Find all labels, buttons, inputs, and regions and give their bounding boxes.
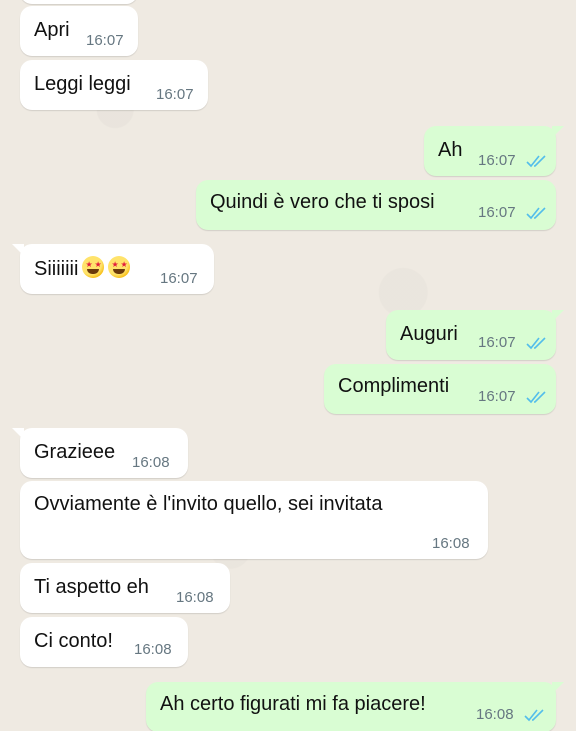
message-text: Ovviamente è l'invito quello, sei invita…: [34, 493, 383, 515]
message-time: 16:08: [476, 706, 514, 723]
double-check-read-icon: [526, 391, 546, 404]
message-text: Ah: [438, 139, 463, 161]
message-bubble-outgoing[interactable]: Ah 16:07: [424, 126, 564, 176]
message-text: Apri: [34, 19, 70, 41]
message-text: Ti aspetto eh: [34, 576, 149, 598]
star-struck-emoji-icon: ★ ★: [108, 256, 131, 278]
message-text: Leggi leggi: [34, 73, 131, 95]
message-bubble-incoming[interactable]: Ti aspetto eh 16:08: [20, 563, 230, 613]
double-check-read-icon: [524, 709, 544, 722]
message-bubble-incoming[interactable]: Grazieee 16:08: [12, 428, 188, 478]
message-bubble-outgoing[interactable]: Auguri 16:07: [386, 310, 564, 360]
message-text: Ci conto!: [34, 630, 113, 652]
message-text: Siiiiiii ★ ★ ★ ★: [34, 256, 131, 281]
message-bubble-outgoing[interactable]: Ah certo figurati mi fa piacere! 16:08: [146, 682, 564, 731]
message-text: Complimenti: [338, 375, 450, 397]
message-bubble-incoming[interactable]: Apri 16:07: [20, 6, 138, 56]
message-bubble-incoming[interactable]: Ci conto! 16:08: [20, 617, 188, 667]
message-text: Grazieee: [34, 441, 116, 463]
double-check-read-icon: [526, 207, 546, 220]
double-check-read-icon: [526, 337, 546, 350]
message-time: 16:08: [432, 535, 470, 552]
star-struck-emoji-icon: ★ ★: [82, 256, 105, 278]
chat-area[interactable]: Apri 16:07 Leggi leggi 16:07 Ah 16:07 Qu…: [0, 0, 576, 731]
message-time: 16:07: [478, 334, 516, 351]
message-bubble-incoming[interactable]: Ovviamente è l'invito quello, sei invita…: [20, 481, 488, 559]
message-time: 16:08: [176, 589, 214, 606]
message-text: Quindi è vero che ti sposi: [210, 191, 435, 213]
message-time: 16:07: [86, 32, 124, 49]
message-time: 16:07: [478, 388, 516, 405]
message-time: 16:07: [478, 152, 516, 169]
message-bubble-incoming[interactable]: Siiiiiii ★ ★ ★ ★ 16:07: [12, 244, 214, 294]
message-time: 16:07: [160, 270, 198, 287]
message-bubble-incoming[interactable]: Leggi leggi 16:07: [20, 60, 208, 110]
message-time: 16:07: [478, 204, 516, 221]
partial-message-bubble[interactable]: [20, 0, 138, 4]
message-time: 16:08: [132, 454, 170, 471]
message-text-content: Siiiiiii: [34, 258, 79, 280]
message-text: Ah certo figurati mi fa piacere!: [160, 693, 426, 715]
message-text: Auguri: [400, 323, 458, 345]
message-bubble-outgoing[interactable]: Complimenti 16:07: [324, 364, 556, 414]
double-check-read-icon: [526, 155, 546, 168]
message-time: 16:08: [134, 641, 172, 658]
message-bubble-outgoing[interactable]: Quindi è vero che ti sposi 16:07: [196, 180, 556, 230]
message-time: 16:07: [156, 86, 194, 103]
